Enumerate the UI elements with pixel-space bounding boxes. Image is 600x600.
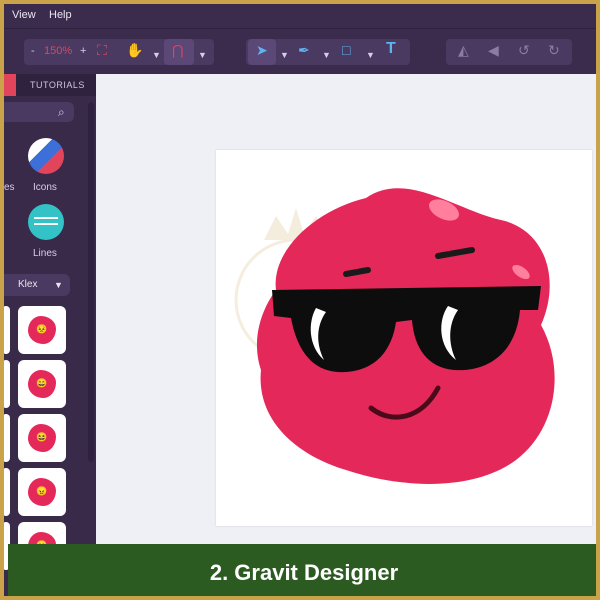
zoom-level[interactable]: 150% [44, 45, 72, 57]
left-eyebrow [343, 267, 371, 277]
sticker-blob: 😄 [28, 370, 56, 398]
undo-icon[interactable]: ↺ [518, 43, 530, 57]
pen-icon[interactable]: ✒ [298, 43, 310, 57]
zoom-in-button[interactable]: + [80, 45, 86, 57]
triangle-icon[interactable]: ◭ [458, 43, 469, 57]
hand-icon[interactable]: ✋ [126, 43, 143, 57]
chevron-down-icon[interactable]: ▼ [322, 48, 331, 62]
caption-banner: 2. Gravit Designer [8, 544, 596, 596]
category-label-partial: es [4, 182, 15, 193]
arrow-icon[interactable]: ◀ [488, 43, 499, 57]
tile-sticker[interactable]: 😠 [18, 468, 66, 516]
search-input[interactable]: ⌕ [4, 102, 74, 122]
sticker-blob: 😠 [28, 478, 56, 506]
app-frame: View Help - 150% + ⛶ ✋ ▼ ⋂ ▼ ➤ ▼ ✒ ▼ □ ▼… [0, 0, 600, 600]
tab-libraries[interactable] [4, 74, 16, 96]
chevron-down-icon: ▼ [54, 280, 63, 290]
wave-line [34, 217, 58, 219]
sticker-blob: 😆 [28, 424, 56, 452]
tab-tutorials[interactable]: TUTORIALS [30, 80, 85, 90]
category-label-icons: Icons [33, 182, 57, 193]
sticker-blob: 😐 [28, 532, 56, 544]
sidebar-scrollbar[interactable] [88, 102, 94, 462]
rectangle-icon[interactable]: □ [342, 43, 350, 57]
tile-partial[interactable] [4, 414, 10, 462]
zoom-out-button[interactable]: - [31, 45, 35, 57]
cool-blob-character[interactable] [216, 150, 592, 526]
chevron-down-icon[interactable]: ▼ [198, 48, 207, 62]
library-sidebar: TUTORIALS ⌕ es Icons Lines Klex ▼ 😣 😄 😆 … [4, 74, 96, 570]
tile-partial[interactable] [4, 468, 10, 516]
search-icon: ⌕ [58, 105, 65, 119]
sidebar-tabs: TUTORIALS [4, 74, 96, 96]
menu-bar: View Help [4, 4, 596, 28]
chevron-down-icon[interactable]: ▼ [280, 48, 289, 62]
library-dropdown[interactable]: Klex ▼ [4, 274, 70, 296]
chevron-down-icon[interactable]: ▼ [366, 48, 375, 62]
tile-sticker[interactable]: 😄 [18, 360, 66, 408]
sticker-blob: 😣 [28, 316, 56, 344]
expand-icon[interactable]: ⛶ [97, 43, 107, 57]
tile-sticker[interactable]: 😐 [18, 522, 66, 544]
redo-icon[interactable]: ↻ [548, 43, 560, 57]
category-icons-thumbnail[interactable] [28, 138, 64, 174]
library-dropdown-value: Klex [18, 279, 38, 290]
menu-help[interactable]: Help [49, 9, 72, 21]
tile-partial[interactable] [4, 306, 10, 354]
wave-line [34, 223, 58, 225]
text-icon[interactable]: T [386, 41, 396, 57]
category-label-lines: Lines [33, 248, 57, 259]
tile-sticker[interactable]: 😣 [18, 306, 66, 354]
tile-sticker[interactable]: 😆 [18, 414, 66, 462]
magnet-icon: ⋂ [172, 42, 184, 58]
caption-text: 2. Gravit Designer [209, 560, 399, 585]
chevron-down-icon[interactable]: ▼ [152, 48, 161, 62]
toolbar: - 150% + ⛶ ✋ ▼ ⋂ ▼ ➤ ▼ ✒ ▼ □ ▼ T ◭ ◀ ↺ ↻ [4, 28, 596, 75]
menu-view[interactable]: View [12, 9, 36, 21]
pointer-icon: ➤ [256, 42, 268, 58]
tile-partial[interactable] [4, 360, 10, 408]
category-lines-thumbnail[interactable] [28, 204, 64, 240]
artboard[interactable] [216, 150, 592, 526]
